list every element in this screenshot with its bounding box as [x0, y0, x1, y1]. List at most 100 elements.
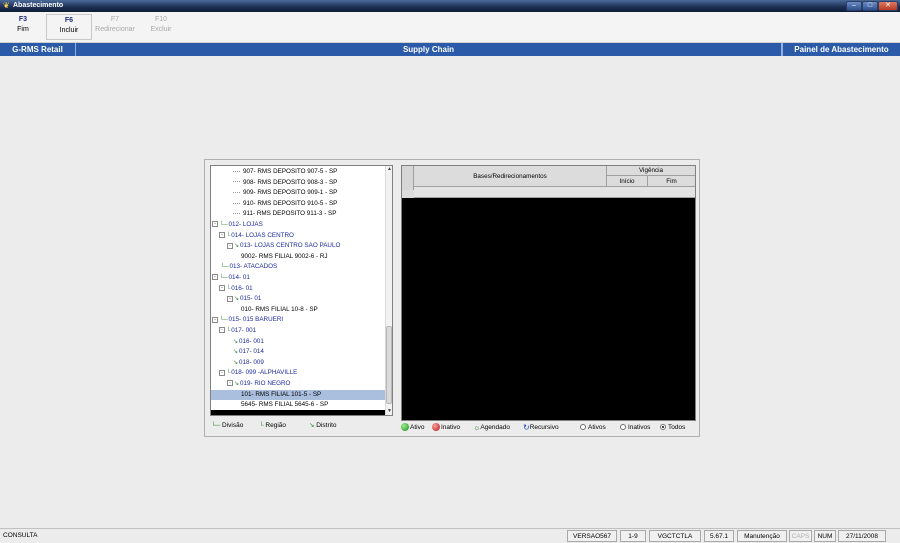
product-name: G-RMS Retail	[0, 43, 76, 56]
close-button[interactable]: ✕	[878, 1, 898, 11]
row-header-corner	[402, 166, 414, 190]
radio-icon	[620, 424, 626, 431]
button-label: Fim	[17, 26, 29, 33]
collapse-icon[interactable]: -	[212, 221, 218, 228]
tree-node[interactable]: - └016- 01	[211, 284, 253, 295]
tree-connector	[233, 181, 240, 183]
tree-node-label: 9002- RMS FILIAL 9002-6 - RJ	[241, 252, 328, 260]
maximize-button[interactable]: □	[862, 1, 878, 11]
filter-inativos-radio[interactable]: Inativos	[620, 422, 650, 433]
num-indicator: NUM	[814, 530, 836, 542]
tree-node-label: 015- 015 BARUERI	[228, 316, 284, 324]
legend-label: Distrito	[316, 422, 337, 429]
tree-node-label: 101- RMS FILIAL 101-5 - SP	[241, 390, 322, 398]
regiao-icon: └	[226, 328, 231, 334]
distrito-icon: ↘	[233, 359, 239, 366]
tree-node-label: 012- LOJAS	[228, 221, 263, 228]
key-label: F7	[110, 16, 120, 23]
tree-node[interactable]: ↘018- 009	[211, 358, 264, 369]
caps-indicator: CAPS	[789, 530, 812, 542]
divisao-icon: └─	[219, 275, 228, 281]
date-cell: 27/11/2008	[838, 530, 886, 542]
tree-node-label: 907- RMS DEPOSITO 907-5 - SP	[243, 168, 338, 175]
redirecionar-button[interactable]: F7 Redirecionar	[92, 15, 138, 35]
tree-connector	[233, 213, 240, 215]
radio-label: Inativos	[628, 424, 651, 431]
minimize-button[interactable]: ‒	[846, 1, 862, 11]
col-fim[interactable]: Fim	[648, 176, 695, 187]
hierarchy-tree[interactable]: 5645- RMS FILIAL 5645-6 - SP 101- RMS FIL…	[210, 165, 393, 416]
status-legend: Ativo Inativo ☼Agendado ↻Recursivo Ativo…	[401, 422, 696, 433]
title-bar: ❦ Abastecimento ‒ □ ✕	[0, 0, 900, 12]
tree-node[interactable]: 911- RMS DEPOSITO 911-3 - SP	[211, 209, 336, 220]
tree-node[interactable]: - └─012- LOJAS	[211, 220, 263, 231]
module-name: Supply Chain	[76, 43, 782, 56]
grid-filter-row	[414, 187, 695, 198]
regiao-icon: └	[226, 232, 231, 239]
bases-grid[interactable]: Bases/Redirecionamentos Vigência Início …	[401, 165, 696, 421]
collapse-icon[interactable]: -	[212, 274, 218, 281]
radio-icon	[660, 424, 666, 431]
tree-node[interactable]: 907- RMS DEPOSITO 907-5 - SP	[211, 167, 337, 178]
scroll-thumb[interactable]	[386, 326, 392, 404]
tree-connector	[233, 192, 240, 194]
collapse-icon[interactable]: -	[227, 295, 233, 302]
mode-text: CONSULTA	[3, 532, 38, 539]
tree-node[interactable]: - ↘015- 01	[211, 294, 261, 305]
legend-label: Ativo	[410, 424, 425, 431]
legend-distrito: ↘ Distrito	[309, 421, 337, 431]
collapse-icon[interactable]: -	[219, 327, 225, 334]
filter-todos-radio[interactable]: Todos	[660, 422, 685, 433]
legend-ativo: Ativo	[401, 422, 424, 433]
collapse-icon[interactable]: -	[227, 242, 233, 249]
incluir-button[interactable]: F6 Incluir	[46, 14, 92, 40]
tree-node[interactable]: 101- RMS FILIAL 101-5 - SP	[211, 389, 387, 401]
tree-node[interactable]: - ↘013- LOJAS CENTRO SAO PAULO	[211, 241, 340, 252]
abastecimento-panel: 5645- RMS FILIAL 5645-6 - SP 101- RMS FIL…	[204, 159, 700, 437]
tree-node[interactable]: - └018- 099 -ALPHAVILLE	[211, 368, 297, 379]
tree-node-label: 908- RMS DEPOSITO 908-3 - SP	[243, 178, 338, 186]
collapse-icon[interactable]: -	[219, 369, 225, 376]
key-label: F6	[64, 17, 74, 24]
legend-regiao: └ Região	[259, 421, 286, 431]
regiao-icon: └	[259, 422, 264, 429]
key-label: F10	[154, 16, 168, 23]
tree-node[interactable]: └─013- ATACADOS	[211, 262, 277, 273]
tree-node-label: 017- 001	[231, 327, 257, 334]
tree-node-label: 013- LOJAS CENTRO SAO PAULO	[240, 242, 341, 250]
fim-button[interactable]: F3 Fim	[0, 15, 46, 35]
tree-node[interactable]: - └─015- 015 BARUERI	[211, 315, 283, 326]
tree-node[interactable]: 910- RMS DEPOSITO 910-5 - SP	[211, 199, 337, 210]
excluir-button[interactable]: F10 Excluir	[138, 15, 184, 35]
tree-node[interactable]: 010- RMS FILIAL 10-8 - SP	[211, 305, 318, 316]
collapse-icon[interactable]: -	[227, 380, 233, 387]
collapse-icon[interactable]: -	[212, 316, 218, 323]
tree-node[interactable]: 9002- RMS FILIAL 9002-6 - RJ	[211, 252, 328, 263]
tree-node[interactable]: - └017- 001	[211, 326, 256, 337]
tree-node[interactable]: - └014- LOJAS CENTRO	[211, 231, 294, 242]
tree-node[interactable]: - ↘019- RIO NEGRO	[211, 379, 290, 390]
tree-node[interactable]: - └─014- 01	[211, 273, 250, 284]
tree-node-label: 010- RMS FILIAL 10-8 - SP	[241, 305, 318, 313]
distrito-icon: ↘	[234, 296, 240, 303]
tree-node[interactable]: ↘016- 001	[211, 337, 264, 348]
col-inicio[interactable]: Início	[607, 176, 648, 187]
tree-scrollbar[interactable]: ▲ ▼	[385, 166, 392, 415]
tree-node[interactable]: 908- RMS DEPOSITO 908-3 - SP	[211, 178, 337, 189]
operation-cell: Manutenção	[737, 530, 787, 542]
collapse-icon[interactable]: -	[219, 231, 225, 238]
filter-ativos-radio[interactable]: Ativos	[580, 422, 606, 433]
tree-node-label: 014- LOJAS CENTRO	[231, 231, 294, 239]
distrito-icon: ↘	[309, 422, 315, 429]
tree-node[interactable]: ↘017- 014	[211, 347, 264, 358]
legend-agendado: ☼Agendado	[473, 422, 510, 433]
scroll-down-icon[interactable]: ▼	[386, 408, 392, 415]
inactive-dot-icon	[432, 423, 440, 432]
tree-node[interactable]: 909- RMS DEPOSITO 909-1 - SP	[211, 188, 337, 199]
tree-node-label: 014- 01	[228, 274, 250, 281]
collapse-icon[interactable]: -	[219, 284, 225, 291]
scroll-up-icon[interactable]: ▲	[386, 166, 392, 173]
distrito-icon: ↘	[234, 381, 240, 387]
leaf-icon: ❦	[3, 1, 10, 10]
col-bases[interactable]: Bases/Redirecionamentos	[414, 166, 607, 187]
